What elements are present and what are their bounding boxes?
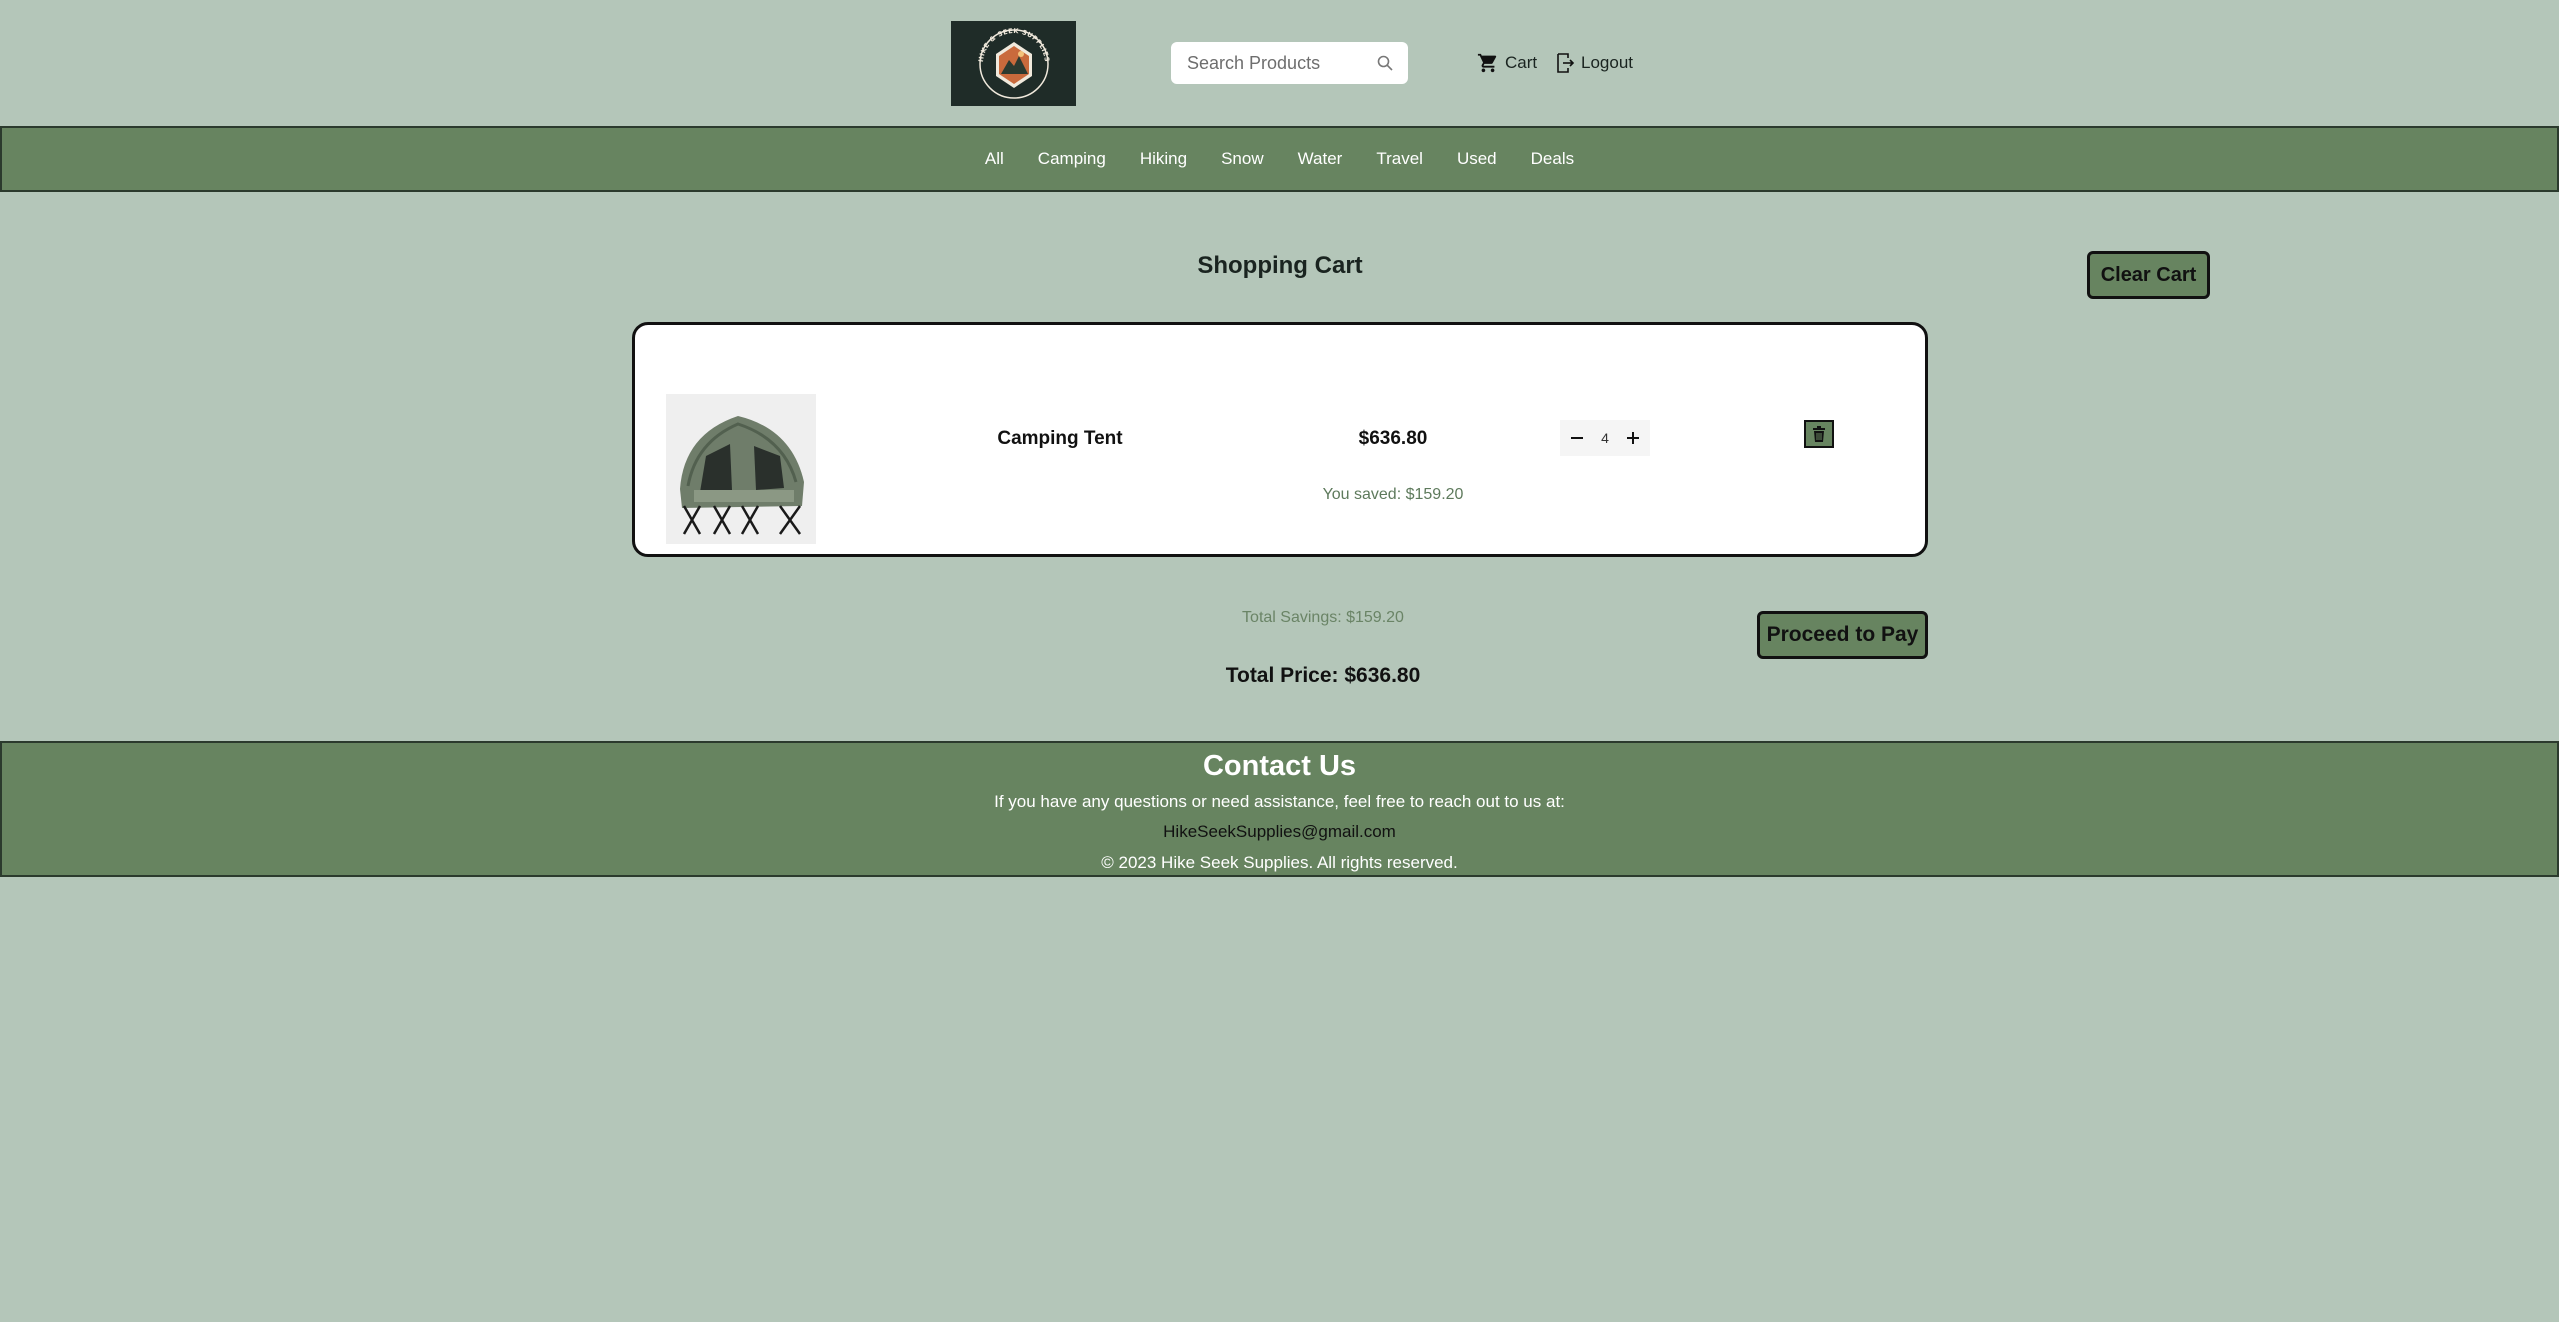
site-header: HIKE & SEEK SUPPLIES Cart Logout xyxy=(0,0,2559,126)
page-title: Shopping Cart xyxy=(1197,252,1363,279)
increase-quantity-button[interactable] xyxy=(1620,423,1646,453)
proceed-to-pay-button[interactable]: Proceed to Pay xyxy=(1757,611,1928,659)
search-icon[interactable] xyxy=(1376,54,1394,72)
product-image[interactable] xyxy=(666,394,816,544)
search-bar[interactable] xyxy=(1171,42,1408,84)
footer-message: If you have any questions or need assist… xyxy=(994,792,1565,811)
quantity-stepper: 4 xyxy=(1560,420,1650,456)
cart-label: Cart xyxy=(1505,53,1538,72)
contact-email-link[interactable]: HikeSeekSupplies@gmail.com xyxy=(1163,822,1396,842)
nav-item-hiking[interactable]: Hiking xyxy=(1140,149,1187,169)
product-price: $636.80 xyxy=(1358,428,1428,449)
cart-link[interactable]: Cart xyxy=(1477,50,1537,76)
minus-icon xyxy=(1571,437,1583,439)
clear-cart-button[interactable]: Clear Cart xyxy=(2087,251,2210,299)
copyright: © 2023 Hike Seek Supplies. All rights re… xyxy=(1101,853,1458,872)
site-logo[interactable]: HIKE & SEEK SUPPLIES xyxy=(951,21,1076,106)
nav-item-camping[interactable]: Camping xyxy=(1038,149,1106,169)
tent-image xyxy=(666,394,816,544)
total-price: Total Price: $636.80 xyxy=(1225,664,1421,687)
logout-icon xyxy=(1557,53,1575,73)
nav-item-snow[interactable]: Snow xyxy=(1221,149,1264,169)
logo-badge-icon: HIKE & SEEK SUPPLIES xyxy=(976,26,1050,99)
nav-item-deals[interactable]: Deals xyxy=(1531,149,1574,169)
category-nav: All Camping Hiking Snow Water Travel Use… xyxy=(0,126,2559,192)
nav-item-water[interactable]: Water xyxy=(1298,149,1343,169)
total-savings: Total Savings: $159.20 xyxy=(1242,609,1404,626)
nav-item-used[interactable]: Used xyxy=(1457,149,1497,169)
plus-icon xyxy=(1626,432,1639,444)
site-footer: Contact Us If you have any questions or … xyxy=(0,741,2559,877)
nav-item-all[interactable]: All xyxy=(985,149,1004,169)
search-input[interactable] xyxy=(1187,52,1376,74)
footer-heading: Contact Us xyxy=(1202,750,1357,782)
cart-item-card: Camping Tent $636.80 You saved: $159.20 … xyxy=(632,322,1928,557)
decrease-quantity-button[interactable] xyxy=(1564,423,1590,453)
quantity-value: 4 xyxy=(1601,430,1609,446)
product-name[interactable]: Camping Tent xyxy=(970,428,1150,450)
cart-icon xyxy=(1477,53,1497,73)
item-savings: You saved: $159.20 xyxy=(1322,486,1464,503)
nav-item-travel[interactable]: Travel xyxy=(1376,149,1423,169)
logout-link[interactable]: Logout xyxy=(1555,50,1633,76)
logout-label: Logout xyxy=(1581,53,1633,72)
trash-icon xyxy=(1813,426,1825,442)
remove-item-button[interactable] xyxy=(1804,420,1834,448)
